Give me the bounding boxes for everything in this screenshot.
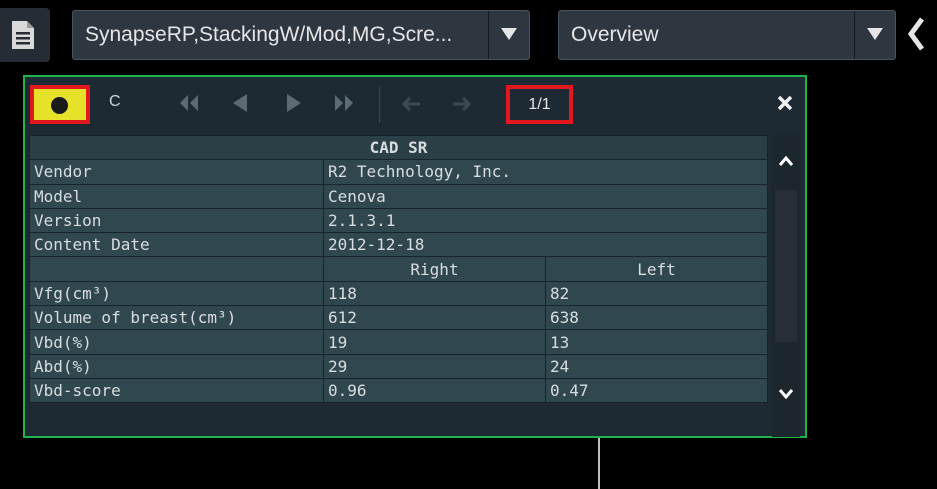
last-page-icon[interactable] bbox=[333, 93, 355, 113]
row-value: Cenova bbox=[323, 183, 768, 209]
document-icon bbox=[12, 21, 34, 49]
layout-select-value: SynapseRP,StackingW/Mod,MG,Scre... bbox=[85, 23, 453, 46]
table-row: Version 2.1.3.1 bbox=[29, 207, 768, 234]
view-select[interactable]: Overview bbox=[558, 10, 896, 60]
row-value: R2 Technology, Inc. bbox=[323, 159, 768, 185]
column-header-left: Left bbox=[545, 256, 768, 282]
forward-arrow-icon[interactable] bbox=[452, 96, 472, 112]
chevron-down-icon bbox=[867, 28, 883, 40]
left-value: 24 bbox=[545, 353, 768, 379]
right-value: 0.96 bbox=[323, 377, 546, 404]
column-header bbox=[29, 256, 324, 282]
cad-sr-table-container[interactable]: CAD SR Vendor R2 Technology, Inc. Model … bbox=[29, 135, 769, 437]
left-value: 13 bbox=[545, 329, 768, 355]
panel-toolbar: C 1/1 bbox=[25, 77, 805, 133]
left-value: 638 bbox=[545, 305, 768, 331]
column-header-right: Right bbox=[323, 256, 546, 282]
row-label: Vendor bbox=[29, 159, 324, 185]
table-row: Vendor R2 Technology, Inc. bbox=[29, 159, 768, 185]
scrollbar-thumb[interactable] bbox=[775, 190, 797, 342]
page-indicator: 1/1 bbox=[506, 85, 573, 124]
scroll-up-icon[interactable] bbox=[778, 155, 794, 167]
table-row: Vbd-score 0.96 0.47 bbox=[29, 377, 768, 404]
row-label: Abd(%) bbox=[29, 353, 324, 379]
cad-sr-table: CAD SR Vendor R2 Technology, Inc. Model … bbox=[29, 135, 768, 404]
table-row: Abd(%) 29 24 bbox=[29, 353, 768, 379]
mode-label: C bbox=[109, 93, 121, 110]
right-value: 19 bbox=[323, 329, 546, 355]
prev-page-icon[interactable] bbox=[230, 93, 250, 113]
next-page-icon[interactable] bbox=[284, 93, 304, 113]
row-label: Model bbox=[29, 183, 324, 209]
table-row: Vfg(cm³) 118 82 bbox=[29, 280, 768, 307]
record-button[interactable] bbox=[30, 85, 90, 124]
view-select-value: Overview bbox=[571, 23, 659, 46]
row-label: Vfg(cm³) bbox=[29, 280, 324, 307]
toolbar-separator bbox=[379, 87, 380, 123]
table-row: Volume of breast(cm³) 612 638 bbox=[29, 305, 768, 331]
table-row: Vbd(%) 19 13 bbox=[29, 329, 768, 355]
record-icon bbox=[51, 97, 68, 114]
viewport-divider bbox=[598, 438, 600, 489]
row-label: Vbd(%) bbox=[29, 329, 324, 355]
first-page-icon[interactable] bbox=[178, 93, 200, 113]
vertical-scrollbar[interactable] bbox=[772, 135, 800, 437]
table-title: CAD SR bbox=[29, 135, 768, 161]
left-value: 82 bbox=[545, 280, 768, 307]
row-label: Content Date bbox=[29, 232, 324, 258]
back-arrow-icon[interactable] bbox=[401, 96, 421, 112]
cad-sr-panel: C 1/1 CAD SR Vendor R2 Technology, Inc. … bbox=[23, 75, 807, 438]
row-label: Volume of breast(cm³) bbox=[29, 305, 324, 331]
scroll-down-icon[interactable] bbox=[778, 388, 794, 400]
row-value: 2.1.3.1 bbox=[323, 207, 768, 234]
table-row: Model Cenova bbox=[29, 183, 768, 209]
left-value: 0.47 bbox=[545, 377, 768, 404]
row-label: Vbd-score bbox=[29, 377, 324, 404]
top-toolbar: SynapseRP,StackingW/Mod,MG,Scre... Overv… bbox=[0, 0, 937, 72]
column-header-row: Right Left bbox=[29, 256, 768, 282]
layout-select[interactable]: SynapseRP,StackingW/Mod,MG,Scre... bbox=[72, 10, 530, 60]
table-row: Content Date 2012-12-18 bbox=[29, 232, 768, 258]
document-button[interactable] bbox=[0, 8, 50, 62]
row-label: Version bbox=[29, 207, 324, 234]
chevron-down-icon bbox=[501, 28, 517, 40]
row-value: 2012-12-18 bbox=[323, 232, 768, 258]
close-icon[interactable] bbox=[777, 95, 793, 111]
right-value: 118 bbox=[323, 280, 546, 307]
layout-select-dropdown[interactable] bbox=[488, 11, 529, 59]
right-value: 29 bbox=[323, 353, 546, 379]
chevron-left-icon[interactable] bbox=[906, 16, 926, 52]
right-value: 612 bbox=[323, 305, 546, 331]
view-select-dropdown[interactable] bbox=[854, 11, 895, 59]
table-title-row: CAD SR bbox=[29, 135, 768, 161]
